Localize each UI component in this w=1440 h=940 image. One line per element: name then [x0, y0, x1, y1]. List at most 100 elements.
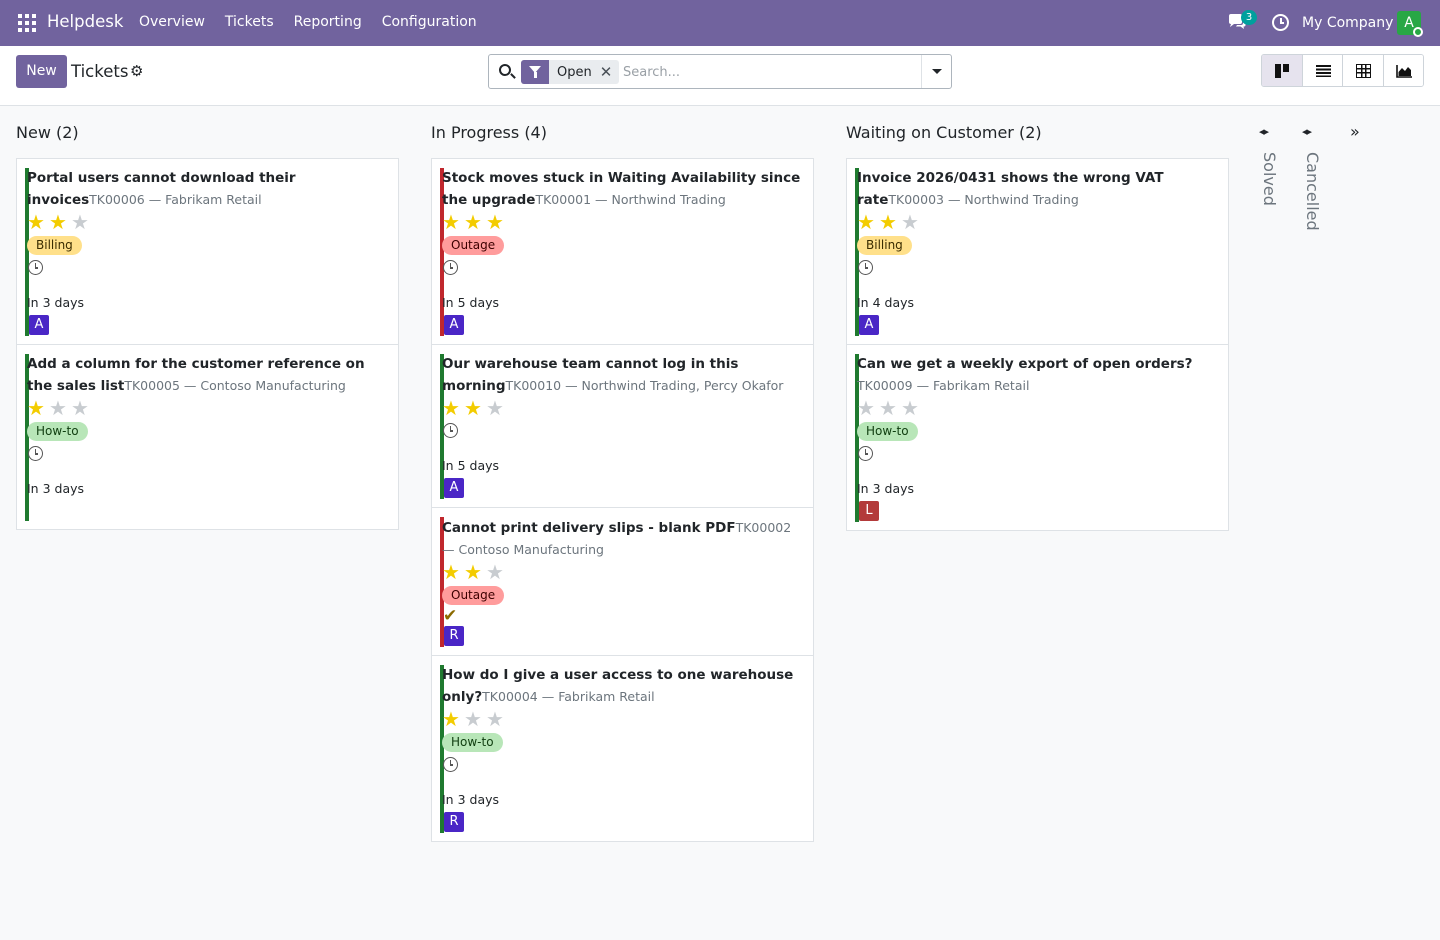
activity-clock-icon[interactable]: [858, 446, 873, 461]
search-input[interactable]: [623, 61, 913, 83]
menu-tickets[interactable]: Tickets: [225, 14, 274, 30]
star-icon[interactable]: ★: [879, 212, 898, 232]
star-icon[interactable]: ★: [27, 398, 46, 418]
kanban-board: New (2) Portal users cannot download the…: [0, 106, 1440, 940]
assignee-avatar[interactable]: R: [444, 812, 464, 832]
star-icon[interactable]: ★: [464, 709, 483, 729]
menu-reporting[interactable]: Reporting: [294, 14, 362, 30]
activity-clock-icon[interactable]: [28, 446, 43, 461]
ticket-deadline: In 5 days: [442, 458, 500, 473]
assignee-avatar[interactable]: A: [29, 315, 49, 335]
star-icon[interactable]: ★: [442, 212, 461, 232]
ticket-card[interactable]: How do I give a user access to one wareh…: [432, 656, 813, 841]
priority-stars: ★ ★ ★: [442, 562, 803, 582]
search-icon[interactable]: [499, 64, 511, 76]
star-icon[interactable]: ★: [486, 212, 505, 232]
ticket-reference: TK00001 — Northwind Trading: [535, 192, 726, 207]
check-icon[interactable]: ✔: [443, 607, 803, 625]
kanban-view-button[interactable]: [1262, 55, 1303, 86]
ticket-card[interactable]: Portal users cannot download their invoi…: [17, 159, 398, 345]
star-icon[interactable]: ★: [71, 398, 90, 418]
ticket-card[interactable]: Our warehouse team cannot log in this mo…: [432, 345, 813, 508]
assignee-avatar[interactable]: R: [444, 626, 464, 646]
ticket-deadline: In 3 days: [442, 792, 500, 807]
apps-menu-icon[interactable]: [18, 14, 36, 32]
star-icon[interactable]: ★: [49, 398, 68, 418]
ticket-card[interactable]: Cannot print delivery slips - blank PDFT…: [432, 508, 813, 656]
search-options-toggle[interactable]: [921, 55, 951, 88]
pivot-icon: [1356, 64, 1371, 78]
company-switcher[interactable]: My Company: [1302, 15, 1393, 31]
ticket-card[interactable]: Stock moves stuck in Waiting Availabilit…: [432, 159, 813, 345]
ticket-deadline: In 4 days: [857, 295, 915, 310]
star-icon[interactable]: ★: [442, 398, 461, 418]
folded-column-solved[interactable]: ◂▸ Solved: [1254, 106, 1294, 306]
star-icon[interactable]: ★: [442, 562, 461, 582]
column-cards: Stock moves stuck in Waiting Availabilit…: [431, 158, 814, 842]
menu-overview[interactable]: Overview: [139, 14, 205, 30]
activity-clock-icon[interactable]: [858, 260, 873, 275]
graph-view-button[interactable]: [1383, 55, 1423, 86]
star-icon[interactable]: ★: [486, 398, 505, 418]
column-header[interactable]: In Progress (4): [431, 123, 547, 142]
activity-clock-icon[interactable]: [443, 260, 458, 275]
unfold-icon[interactable]: ◂▸: [1259, 126, 1269, 138]
star-icon[interactable]: ★: [901, 398, 920, 418]
ticket-card[interactable]: Can we get a weekly export of open order…: [847, 345, 1228, 530]
ticket-reference: TK00010 — Northwind Trading, Percy Okafo…: [505, 378, 784, 393]
star-icon[interactable]: ★: [464, 562, 483, 582]
page-title[interactable]: Tickets: [71, 62, 128, 81]
close-icon[interactable]: ✕: [600, 61, 620, 83]
facet-value: Open: [557, 64, 592, 80]
menu-configuration[interactable]: Configuration: [382, 14, 477, 30]
chevron-double-right-icon[interactable]: »: [1350, 123, 1360, 141]
assignee-avatar[interactable]: A: [859, 315, 879, 335]
assignee-avatar[interactable]: L: [859, 501, 879, 521]
activity-clock-icon[interactable]: [28, 260, 43, 275]
star-icon[interactable]: ★: [857, 398, 876, 418]
ticket-tag: Billing: [27, 236, 82, 255]
star-icon[interactable]: ★: [879, 398, 898, 418]
ticket-card[interactable]: Invoice 2026/0431 shows the wrong VAT ra…: [847, 159, 1228, 345]
column-cards: Invoice 2026/0431 shows the wrong VAT ra…: [846, 158, 1229, 531]
activity-clock-icon[interactable]: [443, 423, 458, 438]
star-icon[interactable]: ★: [71, 212, 90, 232]
ticket-reference: TK00003 — Northwind Trading: [888, 192, 1079, 207]
priority-stars: ★ ★ ★: [857, 212, 1218, 232]
folded-column-label: Cancelled: [1303, 152, 1322, 231]
activity-clock-icon[interactable]: [1272, 14, 1289, 31]
app-name[interactable]: Helpdesk: [47, 12, 123, 31]
priority-stars: ★ ★ ★: [442, 212, 803, 232]
priority-stars: ★ ★ ★: [857, 398, 1218, 418]
assignee-avatar[interactable]: A: [444, 478, 464, 498]
ticket-card[interactable]: Add a column for the customer reference …: [17, 345, 398, 529]
star-icon[interactable]: ★: [27, 212, 46, 232]
gear-icon[interactable]: ⚙: [130, 62, 143, 80]
assignee-avatar[interactable]: A: [444, 315, 464, 335]
new-button[interactable]: New: [16, 55, 67, 88]
ticket-tag: How-to: [27, 422, 88, 441]
star-icon[interactable]: ★: [49, 212, 68, 232]
control-panel: New Tickets ⚙ Open ✕: [0, 46, 1440, 106]
star-icon[interactable]: ★: [442, 709, 461, 729]
ticket-deadline: In 3 days: [27, 481, 85, 496]
star-icon[interactable]: ★: [857, 212, 876, 232]
area-chart-icon: [1395, 65, 1412, 78]
activity-clock-icon[interactable]: [443, 757, 458, 772]
pivot-view-button[interactable]: [1343, 55, 1384, 86]
ticket-tag: Outage: [442, 586, 505, 605]
ticket-reference: TK00009 — Fabrikam Retail: [857, 378, 1030, 393]
user-status-dot: [1413, 27, 1423, 37]
filter-facet: Open ✕: [521, 60, 620, 84]
column-header[interactable]: Waiting on Customer (2): [846, 123, 1042, 142]
list-view-button[interactable]: [1302, 55, 1343, 86]
star-icon[interactable]: ★: [464, 398, 483, 418]
column-header[interactable]: New (2): [16, 123, 79, 142]
star-icon[interactable]: ★: [486, 709, 505, 729]
star-icon[interactable]: ★: [901, 212, 920, 232]
ticket-reference: TK00004 — Fabrikam Retail: [482, 689, 655, 704]
folded-column-cancelled[interactable]: ◂▸ Cancelled: [1297, 106, 1337, 306]
star-icon[interactable]: ★: [486, 562, 505, 582]
unfold-icon[interactable]: ◂▸: [1302, 126, 1312, 138]
star-icon[interactable]: ★: [464, 212, 483, 232]
